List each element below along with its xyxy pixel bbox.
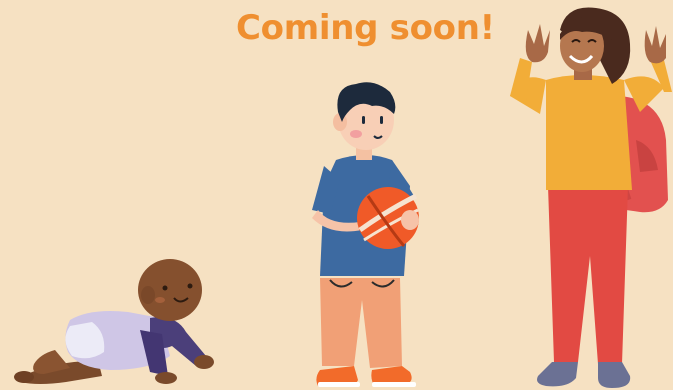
boy-holding-ball <box>312 82 419 387</box>
kids-illustration <box>14 7 672 388</box>
girl-with-backpack-waving <box>510 7 672 388</box>
crawling-baby <box>14 259 214 384</box>
